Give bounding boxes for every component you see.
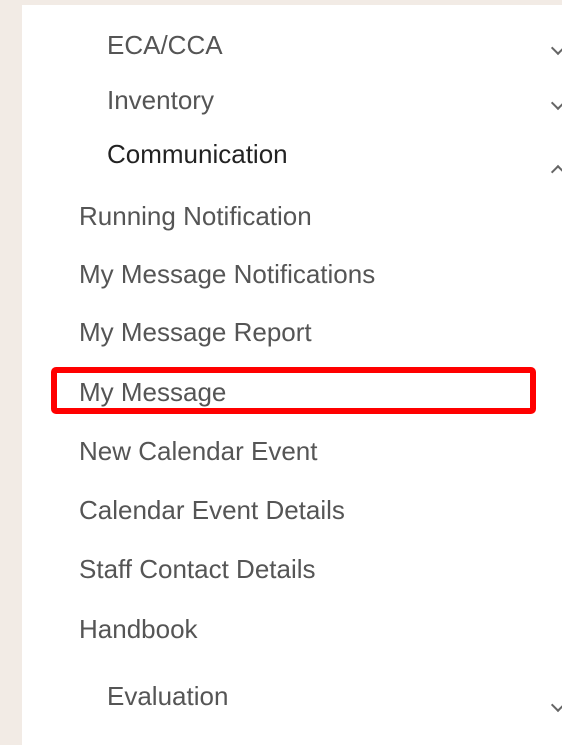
menu-group-evaluation[interactable]: Evaluation: [107, 681, 228, 712]
menu-item-calendar-event-details[interactable]: Calendar Event Details: [79, 495, 345, 526]
menu-item-new-calendar-event[interactable]: New Calendar Event: [79, 436, 317, 467]
menu-item-running-notification[interactable]: Running Notification: [79, 201, 312, 232]
menu-group-inventory[interactable]: Inventory: [107, 85, 214, 116]
menu-item-staff-contact-details[interactable]: Staff Contact Details: [79, 554, 316, 585]
highlight-box: [51, 367, 536, 414]
menu-item-my-message-notifications[interactable]: My Message Notifications: [79, 259, 375, 290]
menu-item-handbook[interactable]: Handbook: [79, 614, 198, 645]
menu-group-communication[interactable]: Communication: [107, 139, 288, 170]
menu-group-eca-cca[interactable]: ECA/CCA: [107, 30, 223, 61]
menu-item-my-message-report[interactable]: My Message Report: [79, 317, 312, 348]
